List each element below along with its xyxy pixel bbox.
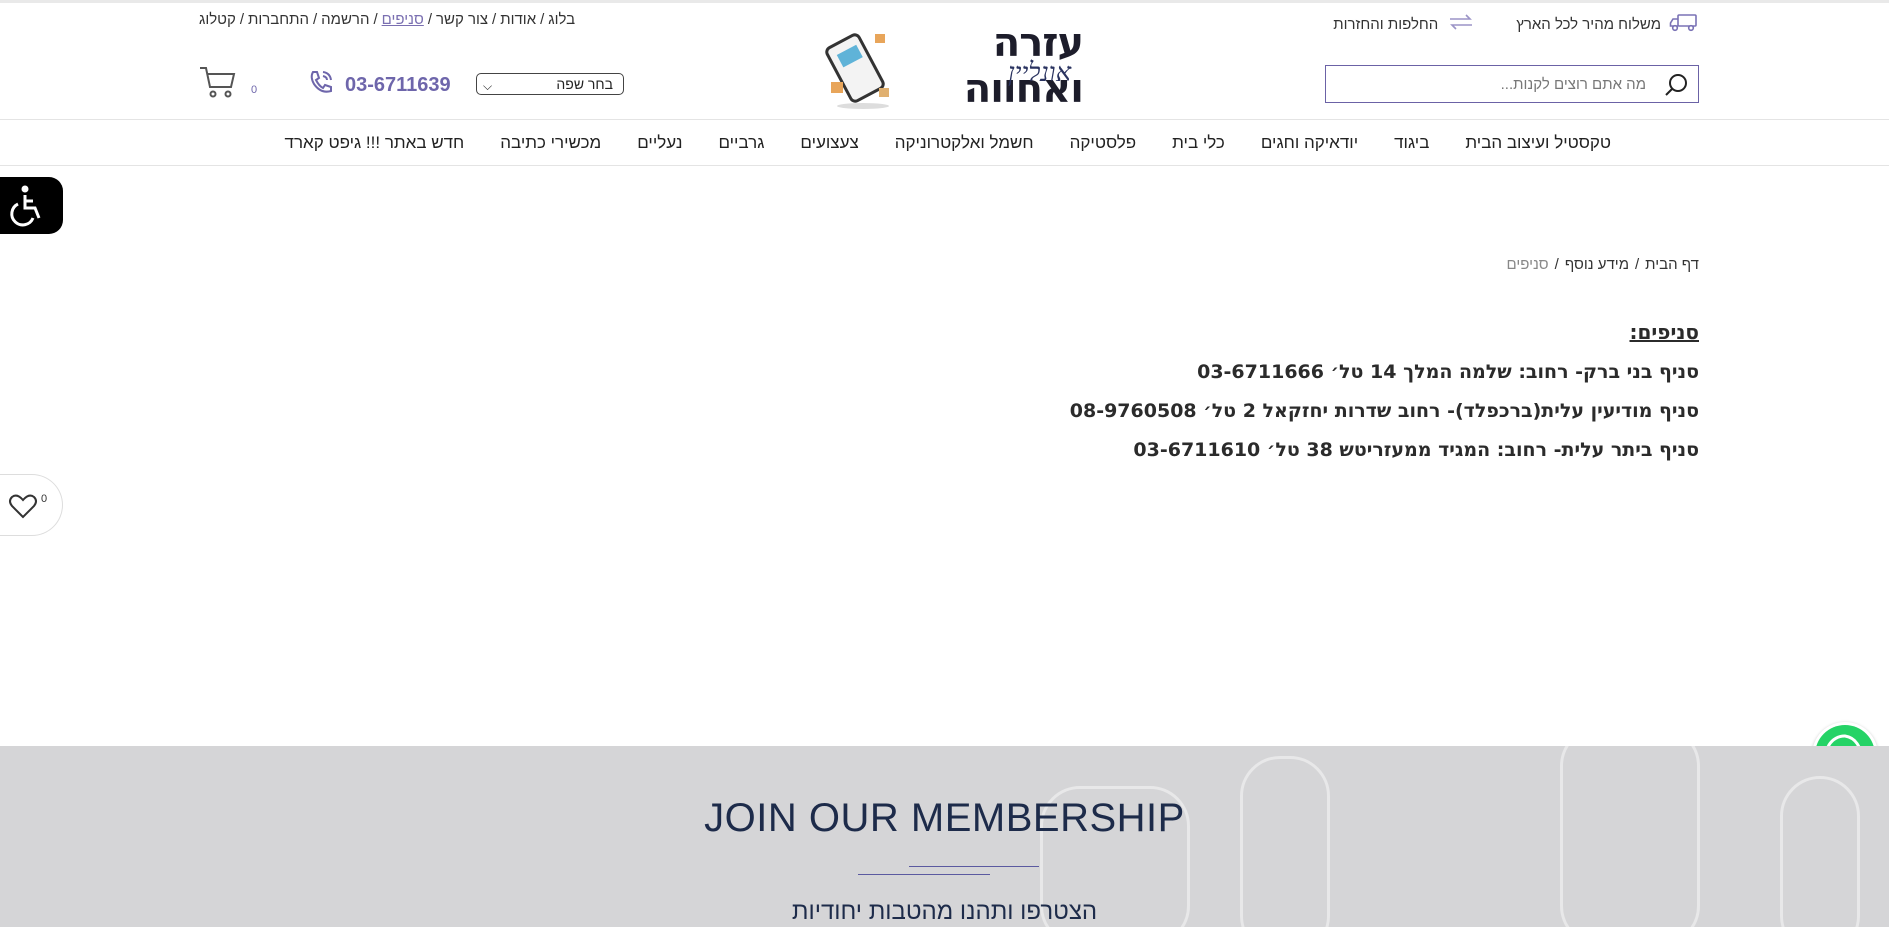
branches-content: סניפים: סניף בני ברק- רחוב: שלמה המלך 14…	[1070, 320, 1699, 478]
nav-item-electronics[interactable]: חשמל ואלקטרוניקה	[877, 133, 1052, 153]
breadcrumb-current: סניפים	[1506, 256, 1549, 273]
nav-item-judaica[interactable]: יודאיקה וחגים	[1243, 133, 1376, 153]
nav-item-toys[interactable]: צעצועים	[782, 133, 876, 153]
top-links: בלוג / אודות / צור קשר / סניפים / הרשמה / התח…	[199, 11, 576, 28]
heart-icon	[9, 494, 37, 519]
wishlist-button[interactable]: 0	[0, 474, 63, 536]
branch-bnei-brak: סניף בני ברק- רחוב: שלמה המלך 14 טל׳ 03-…	[1197, 361, 1699, 383]
top-link-login[interactable]: התחברות	[248, 11, 309, 28]
shipping-info-bar: משלוח מהיר לכל הארץ החלפות והחזרות	[1333, 11, 1699, 37]
title-divider	[858, 874, 990, 875]
nav-item-textile[interactable]: טקסטיל ועיצוב הבית	[1447, 133, 1629, 153]
top-link-catalog[interactable]: קטלוג	[199, 11, 236, 28]
wishlist-count: 0	[41, 493, 48, 505]
search-box	[1325, 65, 1699, 103]
nav-item-socks[interactable]: גרביים	[700, 133, 782, 153]
branch-beitar-illit: סניף ביתר עלית- רחוב: המגיד ממעזריטש 38 …	[1133, 439, 1699, 461]
wheelchair-icon	[10, 185, 41, 227]
nav-item-gift-card[interactable]: חדש באתר !!! גיפט קארד	[267, 133, 483, 153]
title-divider	[909, 866, 1039, 867]
exchanges-label: החלפות והחזרות	[1333, 15, 1439, 33]
site-header: משלוח מהיר לכל הארץ החלפות והחזרות בלוג /…	[0, 3, 1889, 120]
nav-item-clothing[interactable]: ביגוד	[1376, 133, 1447, 153]
exchange-arrows-icon	[1446, 11, 1476, 37]
cart-count: 0	[251, 84, 258, 96]
nav-item-housewares[interactable]: כלי בית	[1154, 133, 1243, 153]
top-link-contact[interactable]: צור קשר	[436, 11, 488, 28]
chevron-down-icon: ⌵	[483, 79, 493, 93]
membership-title: JOIN OUR MEMBERSHIP	[704, 796, 1185, 840]
top-link-blog[interactable]: בלוג	[548, 11, 575, 28]
phone-icon	[307, 68, 335, 102]
membership-subtitle: הצטרפו ותהנו מהטבות יחודיות	[791, 898, 1098, 925]
logo-phone-cart-icon	[825, 33, 889, 109]
language-select[interactable]: בחר שפה ⌵	[476, 73, 624, 95]
top-link-about[interactable]: אודות	[500, 11, 536, 28]
nav-item-plastics[interactable]: פלסטיקה	[1052, 133, 1155, 153]
breadcrumb-separator: /	[1554, 256, 1559, 273]
truck-icon	[1669, 11, 1699, 37]
cart-icon	[199, 67, 237, 103]
nav-item-shoes[interactable]: נעליים	[619, 133, 700, 153]
phone-number: 03-6711639	[345, 73, 451, 96]
branch-modiin-illit: סניף מודיעין עלית(ברכפלד)- רחוב שדרות יח…	[1069, 400, 1699, 422]
breadcrumb-parent[interactable]: מידע נוסף	[1565, 256, 1629, 273]
nav-item-stationery[interactable]: מכשירי כתיבה	[482, 133, 619, 153]
search-icon[interactable]	[1664, 72, 1690, 98]
top-link-branches[interactable]: סניפים	[382, 11, 424, 28]
search-input[interactable]	[1326, 66, 1656, 102]
exchanges-returns[interactable]: החלפות והחזרות	[1333, 11, 1476, 37]
cart-button[interactable]: 0	[199, 65, 259, 101]
phone-number-link[interactable]: 03-6711639	[307, 68, 451, 102]
fast-shipping[interactable]: משלוח מהיר לכל הארץ	[1516, 11, 1699, 37]
top-link-register[interactable]: הרשמה	[321, 11, 369, 28]
main-nav: טקסטיל ועיצוב הבית ביגוד יודאיקה וחגים כ…	[0, 119, 1889, 166]
breadcrumb: דף הבית / מידע נוסף / סניפים	[1506, 256, 1699, 273]
logo-subtitle: אונליין	[1008, 58, 1072, 88]
breadcrumb-home[interactable]: דף הבית	[1645, 256, 1699, 273]
membership-section: JOIN OUR MEMBERSHIP הצטרפו ותהנו מהטבות …	[0, 746, 1889, 927]
site-logo[interactable]: עזרה ואחווה אונליין	[823, 20, 1084, 112]
breadcrumb-separator: /	[1635, 256, 1640, 273]
fast-shipping-label: משלוח מהיר לכל הארץ	[1516, 15, 1661, 33]
page-title: סניפים:	[1629, 320, 1699, 344]
language-selected: בחר שפה	[556, 76, 613, 92]
accessibility-button[interactable]	[0, 177, 63, 234]
